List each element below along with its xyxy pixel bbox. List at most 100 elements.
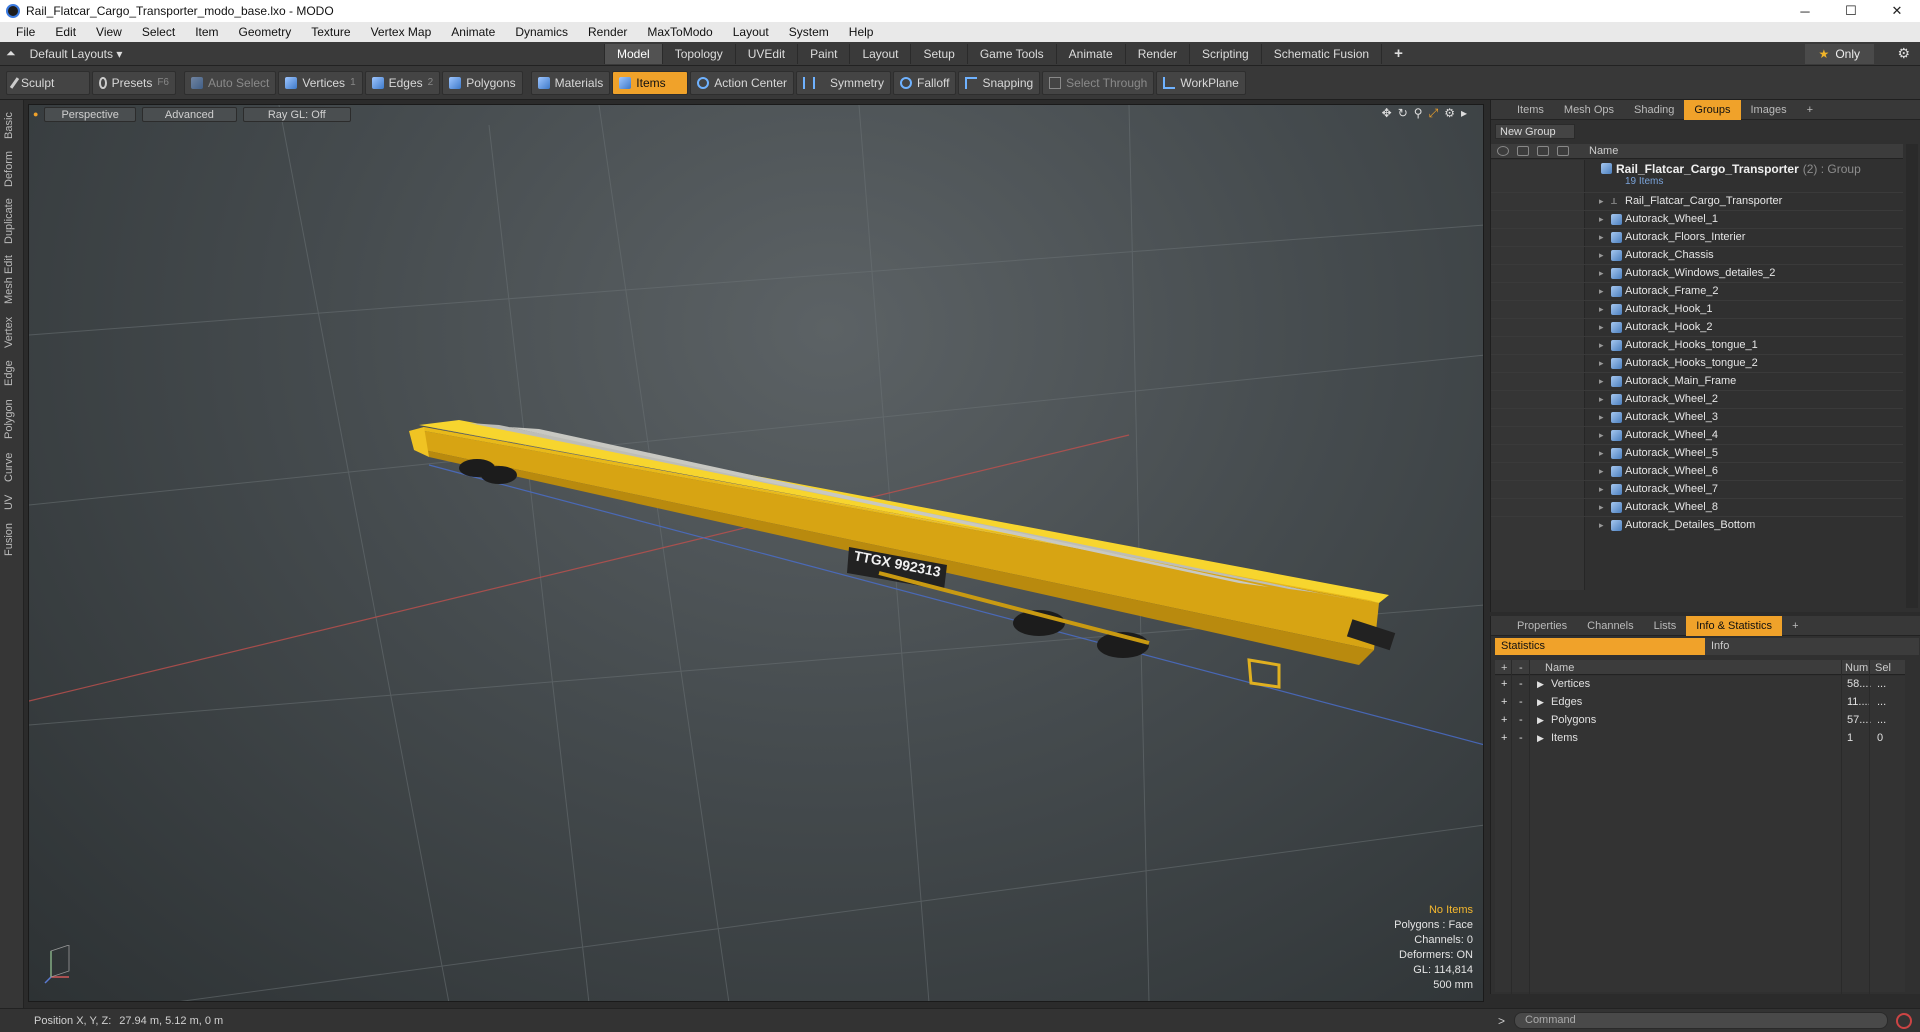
view-perspective-button[interactable]: Perspective	[44, 106, 136, 122]
group-item-row[interactable]: ▸ Autorack_Hook_1	[1491, 300, 1903, 318]
raygl-button[interactable]: Ray GL: Off	[242, 106, 351, 122]
group-item-row[interactable]: ▸ Autorack_Chassis	[1491, 246, 1903, 264]
visibility-column-icon[interactable]	[1497, 146, 1509, 156]
layout-dropdown[interactable]: Default Layouts ▾	[30, 47, 123, 61]
stat-arrow-icon[interactable]: ▶	[1537, 733, 1544, 744]
group-item-row[interactable]: ▸ Autorack_Floors_Interier	[1491, 228, 1903, 246]
group-item-row[interactable]: ▸ Autorack_Wheel_7	[1491, 480, 1903, 498]
expand-arrow-icon[interactable]: ▸	[1599, 232, 1604, 243]
stat-arrow-icon[interactable]: ▶	[1537, 697, 1544, 708]
expand-arrow-icon[interactable]: ▸	[1599, 484, 1604, 495]
stat-collapse-button[interactable]: -	[1519, 696, 1523, 708]
name-column-header[interactable]: Name	[1589, 145, 1618, 157]
stat-expand-button[interactable]: +	[1501, 696, 1507, 708]
expand-arrow-icon[interactable]: ▸	[1599, 394, 1604, 405]
snapping-button[interactable]: Snapping	[958, 70, 1041, 95]
view-settings-icon[interactable]: ⚙	[1444, 106, 1455, 121]
group-item-row[interactable]: ▸ Autorack_Wheel_2	[1491, 390, 1903, 408]
menu-system[interactable]: System	[779, 25, 839, 39]
vertices-button[interactable]: Vertices 1	[278, 70, 363, 95]
group-item-row[interactable]: ▸ Autorack_Wheel_1	[1491, 210, 1903, 228]
tab-paint[interactable]: Paint	[797, 44, 850, 64]
side-tab-uv[interactable]: UV	[3, 490, 21, 514]
tab-info-statistics[interactable]: Info & Statistics	[1686, 615, 1783, 636]
group-item-row[interactable]: ▸ Autorack_Hooks_tongue_1	[1491, 336, 1903, 354]
menu-help[interactable]: Help	[839, 25, 884, 39]
group-item-row[interactable]: ▸ Autorack_Wheel_8	[1491, 498, 1903, 516]
tab-animate[interactable]: Animate	[1055, 44, 1125, 64]
menu-dynamics[interactable]: Dynamics	[505, 25, 578, 39]
group-item-row[interactable]: ▸ Autorack_Frame_2	[1491, 282, 1903, 300]
command-input[interactable]: Command	[1514, 1012, 1888, 1029]
record-macro-icon[interactable]	[1896, 1013, 1912, 1029]
tab-render[interactable]: Render	[1124, 44, 1190, 64]
action-center-button[interactable]: Action Center	[690, 70, 794, 95]
tab-schematic-fusion[interactable]: Schematic Fusion	[1260, 44, 1382, 64]
only-button[interactable]: ★ Only	[1804, 44, 1874, 64]
stat-row[interactable]: + - ▶ Items 1 0	[1495, 730, 1905, 748]
expand-arrow-icon[interactable]: ▸	[1599, 376, 1604, 387]
tab-channels[interactable]: Channels	[1577, 616, 1643, 636]
menu-select[interactable]: Select	[132, 25, 185, 39]
tab-mesh-ops[interactable]: Mesh Ops	[1554, 100, 1624, 120]
stat-arrow-icon[interactable]: ▶	[1537, 715, 1544, 726]
stat-expand-button[interactable]: +	[1501, 714, 1507, 726]
side-tab-basic[interactable]: Basic	[3, 106, 21, 146]
polygons-button[interactable]: Polygons	[442, 70, 523, 95]
presets-button[interactable]: Presets F6	[92, 70, 176, 95]
expand-arrow-icon[interactable]: ▸	[1599, 340, 1604, 351]
stat-arrow-icon[interactable]: ▶	[1537, 679, 1544, 690]
viewport-more-icon[interactable]: ▸	[1461, 106, 1467, 121]
add-info-tab-button[interactable]: +	[1782, 616, 1808, 636]
tab-lists[interactable]: Lists	[1644, 616, 1687, 636]
tab-game-tools[interactable]: Game Tools	[966, 44, 1056, 64]
workplane-button[interactable]: WorkPlane	[1156, 70, 1246, 95]
expand-arrow-icon[interactable]: ▸	[1599, 520, 1604, 531]
group-item-row[interactable]: ▸ Autorack_Detailes_Bottom	[1491, 516, 1903, 534]
tab-setup[interactable]: Setup	[910, 44, 967, 64]
stat-collapse-button[interactable]: -	[1519, 714, 1523, 726]
collapse-all-button[interactable]: -	[1519, 662, 1523, 674]
expand-arrow-icon[interactable]: ▸	[1599, 412, 1604, 423]
viewport-menu-icon[interactable]: ●	[33, 109, 38, 119]
add-panel-tab-button[interactable]: +	[1797, 100, 1823, 120]
fit-view-icon[interactable]: ⤢	[1429, 106, 1439, 121]
3d-viewport[interactable]: TTGX 992313 ● Perspective Advanced Ray G…	[28, 104, 1484, 1002]
side-tab-vertex[interactable]: Vertex	[3, 312, 21, 352]
maximize-button[interactable]: ☐	[1828, 0, 1874, 22]
stat-expand-button[interactable]: +	[1501, 732, 1507, 744]
menu-geometry[interactable]: Geometry	[229, 25, 302, 39]
menu-layout[interactable]: Layout	[723, 25, 779, 39]
menu-view[interactable]: View	[86, 25, 132, 39]
group-item-row[interactable]: ▸ Autorack_Wheel_5	[1491, 444, 1903, 462]
move-view-icon[interactable]: ✥	[1382, 106, 1392, 121]
lock-column-icon[interactable]	[1537, 146, 1549, 156]
add-tab-button[interactable]: +	[1381, 44, 1415, 64]
group-item-row[interactable]: ▸ Autorack_Hooks_tongue_2	[1491, 354, 1903, 372]
tab-topology[interactable]: Topology	[661, 44, 735, 64]
zoom-view-icon[interactable]: ⚲	[1414, 106, 1423, 121]
stat-sel-header[interactable]: Sel	[1875, 662, 1891, 674]
expand-arrow-icon[interactable]: ▸	[1599, 358, 1604, 369]
materials-button[interactable]: Materials	[530, 70, 611, 95]
close-button[interactable]: ✕	[1874, 0, 1920, 22]
minimize-button[interactable]: ─	[1782, 0, 1828, 22]
tab-model[interactable]: Model	[604, 44, 662, 64]
subtab-statistics[interactable]: Statistics	[1495, 638, 1705, 655]
expand-arrow-icon[interactable]: ▸	[1599, 268, 1604, 279]
menu-edit[interactable]: Edit	[45, 25, 86, 39]
side-tab-curve[interactable]: Curve	[3, 448, 21, 486]
tab-uvedit[interactable]: UVEdit	[734, 44, 798, 64]
tab-shading[interactable]: Shading	[1624, 100, 1684, 120]
subtab-info[interactable]: Info	[1705, 638, 1919, 655]
menu-file[interactable]: File	[6, 25, 45, 39]
locator-row[interactable]: ▸ ⟂ Rail_Flatcar_Cargo_Transporter	[1491, 192, 1903, 210]
group-item-row[interactable]: ▸ Autorack_Wheel_3	[1491, 408, 1903, 426]
menu-animate[interactable]: Animate	[441, 25, 505, 39]
menu-item[interactable]: Item	[185, 25, 228, 39]
expand-arrow-icon[interactable]: ▸	[1599, 322, 1604, 333]
items-button[interactable]: Items	[612, 70, 689, 95]
new-group-button[interactable]: New Group	[1495, 124, 1575, 139]
tab-scripting[interactable]: Scripting	[1189, 44, 1261, 64]
stat-collapse-button[interactable]: -	[1519, 678, 1523, 690]
